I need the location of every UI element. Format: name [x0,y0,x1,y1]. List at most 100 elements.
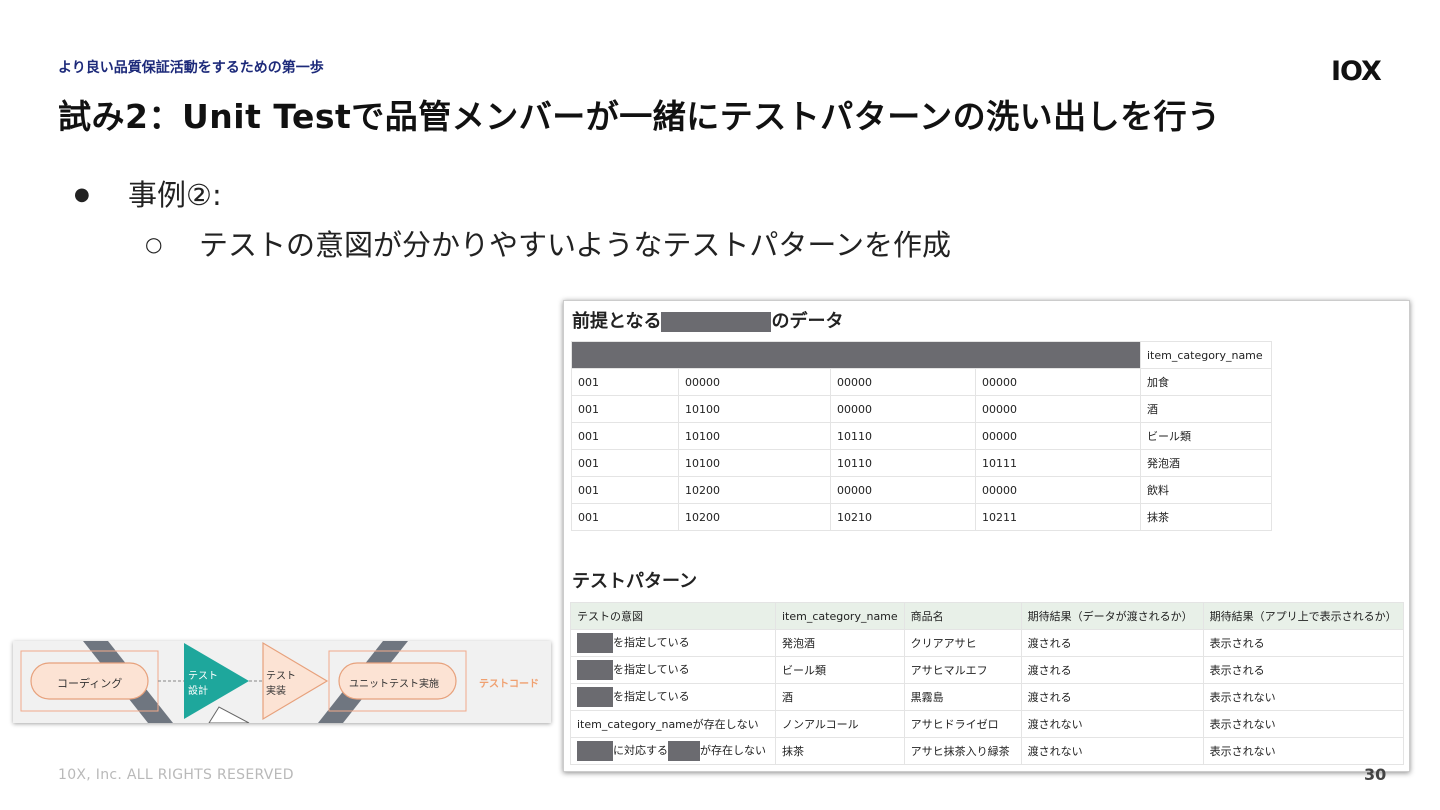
data-table-cell: 00000 [830,395,976,423]
pattern-name-cell: アサヒドライゼロ [903,710,1022,738]
pattern-app-cell: 表示される [1202,629,1404,657]
slide-subtitle: より良い品質保証活動をするための第一歩 [58,60,324,76]
impl-label-1: テスト [266,671,296,682]
data-table-cell: 001 [571,503,679,531]
pattern-table-row: に対応する が存在しない 抹茶 アサヒ抹茶入り緑茶 渡されない 表示されない [570,737,1404,765]
data-table-cell: 抹茶 [1140,503,1272,531]
pattern-header-cell: 期待結果（アプリ上で表示されるか） [1202,602,1404,630]
data-table: item_category_name 001 00000 00000 00000 加食 0… [571,341,1272,531]
pattern-table-row: を指定している ビール類 アサヒマルエフ 渡される 表示される [570,656,1404,684]
data-table-cell: 10100 [678,422,831,450]
bullet-level1: ● 事例②: [74,172,222,214]
redaction-mask [661,312,772,332]
pattern-cat-cell: ビール類 [775,656,905,684]
bullet-level1-text: 事例②: [128,178,222,212]
pattern-cat-cell: 酒 [775,683,905,711]
pattern-header-cell: 商品名 [903,602,1022,630]
slide-title: 試み2：Unit Testで品管メンバーが一緒にテストパターンの洗い出しを行う [58,97,1221,136]
pattern-header-cell: item_category_name [775,602,905,630]
data-table-cell: 酒 [1140,395,1272,423]
data-table-cell: 10110 [830,422,976,450]
design-label-2: 設計 [188,686,208,697]
pattern-cat-cell: 発泡酒 [775,629,905,657]
data-table-row: 001 10100 00000 00000 酒 [571,395,1272,423]
pattern-intent-text: を指定している [613,636,690,649]
data-table-cell: 00000 [975,395,1141,423]
redaction-mask [577,660,613,680]
pattern-data-cell: 渡される [1020,656,1204,684]
bullet-level2-text: テストの意図が分かりやすいようなテストパターンを作成 [199,228,951,262]
data-table-cell: 発泡酒 [1140,449,1272,477]
data-table-cell: 001 [571,422,679,450]
pattern-intent-cell: に対応する が存在しない [570,737,776,765]
data-table-cell: 00000 [975,368,1141,396]
data-table-row: 001 10100 10110 10111 発泡酒 [571,449,1272,477]
data-heading-post: のデータ [771,311,844,332]
data-table-cell: 10200 [678,476,831,504]
screenshot-panel: 前提となる のデータ item_category_name 001 00000 000… [563,300,1410,772]
pattern-intent-cell: を指定している [570,629,776,657]
redaction-mask [577,633,613,653]
pattern-table-row: item_category_nameが存在しない ノンアルコール アサヒドライゼロ渡… [570,710,1404,738]
bullet-level2: ○ テストの意図が分かりやすいようなテストパターンを作成 [145,222,951,264]
company-logo: IOX [1331,56,1382,87]
data-table-header-cell: item_category_name [1140,341,1272,369]
data-table-row: 001 10200 00000 00000 飲料 [571,476,1272,504]
data-table-cell: 001 [571,476,679,504]
data-table-cell: 10100 [678,395,831,423]
data-table-row: 001 00000 00000 00000 加食 [571,368,1272,396]
pattern-app-cell: 表示されない [1202,710,1404,738]
data-heading-pre: 前提となる [572,311,662,332]
footer-copyright: 10X, Inc. ALL RIGHTS RESERVED [58,767,294,783]
pattern-data-cell: 渡される [1020,683,1204,711]
pattern-intent-cell: を指定している [570,656,776,684]
run-label: ユニットテスト実施 [349,679,439,690]
data-table-cell: 001 [571,368,679,396]
pattern-intent-cell: を指定している [570,683,776,711]
pattern-header-cell: テストの意図 [570,602,776,630]
design-label-1: テスト [188,671,218,682]
data-table-cell: 10210 [830,503,976,531]
pattern-intent-text: が存在しない [700,744,766,757]
pattern-header-cell: 期待結果（データが渡されるか） [1020,602,1204,630]
pattern-intent-text: に対応する [613,744,668,757]
redaction-mask [577,741,613,761]
pattern-intent-text: item_category_nameが存在しない [577,718,759,731]
pattern-table-row: を指定している 酒黒霧島 渡される 表示されない [570,683,1404,711]
pattern-table-row: を指定している 発泡酒 クリアアサヒ 渡される 表示される [570,629,1404,657]
data-table-cell: 001 [571,395,679,423]
data-table-cell: 00000 [975,476,1141,504]
partial-triangle [208,706,250,723]
pattern-heading: テストパターン [572,571,698,592]
data-table-cell: 10110 [830,449,976,477]
pattern-data-cell: 渡されない [1020,737,1204,765]
test-code-label: テストコード [479,679,539,690]
data-table-cell: 00000 [975,422,1141,450]
data-table-cell: 001 [571,449,679,477]
redaction-mask [668,741,700,761]
pattern-intent-text: を指定している [613,690,690,703]
redaction-mask [571,341,1141,369]
data-table-cell: 10200 [678,503,831,531]
bullet-circle-icon: ○ [145,232,163,256]
pattern-app-cell: 表示される [1202,656,1404,684]
pattern-app-cell: 表示されない [1202,683,1404,711]
pattern-name-cell: アサヒマルエフ [903,656,1022,684]
page-number: 30 [1364,765,1387,784]
bullet-dot-icon: ● [74,183,90,205]
data-table-cell: ビール類 [1140,422,1272,450]
pattern-intent-text: を指定している [613,663,690,676]
pattern-intent-cell: item_category_nameが存在しない [570,710,776,738]
data-table-cell: 10211 [975,503,1141,531]
pattern-name-cell: アサヒ抹茶入り緑茶 [903,737,1022,765]
data-table-header: item_category_name [571,341,1272,369]
pattern-name-cell: クリアアサヒ [903,629,1022,657]
data-table-cell: 10111 [975,449,1141,477]
process-diagram: コーディング テスト 設計 テスト 実装 ユニットテスト実施 テストコード [13,641,551,723]
pattern-data-cell: 渡されない [1020,710,1204,738]
data-table-cell: 00000 [830,368,976,396]
data-table-cell: 10100 [678,449,831,477]
data-table-row: 001 10200 10210 10211 抹茶 [571,503,1272,531]
data-table-cell: 00000 [678,368,831,396]
pattern-data-cell: 渡される [1020,629,1204,657]
